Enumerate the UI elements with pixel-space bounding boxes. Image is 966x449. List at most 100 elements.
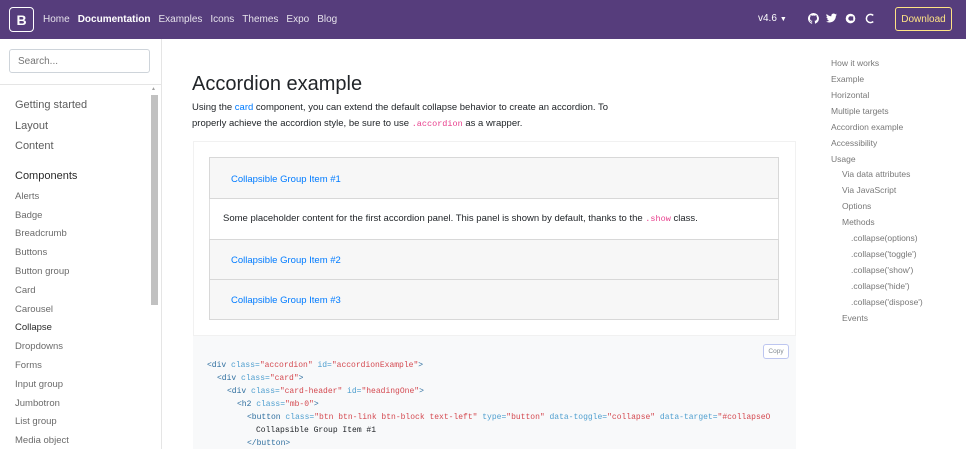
version-dropdown[interactable]: v4.6 ▼ — [758, 13, 787, 24]
toc-item[interactable]: How it works — [831, 58, 879, 68]
nav-link-expo[interactable]: Expo — [286, 14, 309, 25]
toc-item[interactable]: Events — [842, 313, 868, 323]
code-tag: > — [418, 361, 424, 370]
search-input[interactable] — [9, 49, 150, 73]
slack-icon[interactable] — [863, 11, 877, 25]
sidebar-item-breadcrumb[interactable]: Breadcrumb — [15, 228, 67, 239]
scroll-up-arrow-icon[interactable]: ▲ — [151, 86, 156, 92]
sidebar-item-alerts[interactable]: Alerts — [15, 191, 39, 202]
sidebar-item-media-object[interactable]: Media object — [15, 435, 69, 446]
code-attr: class= — [241, 374, 270, 383]
intro-text: properly achieve the accordion style, be… — [192, 118, 412, 129]
accordion-header-2[interactable]: Collapsible Group Item #2 — [209, 239, 779, 280]
sidebar-scrollbar-thumb[interactable] — [151, 95, 158, 305]
github-icon[interactable] — [806, 11, 820, 25]
code-value: "card-header" — [279, 387, 343, 396]
toc-item[interactable]: Example — [831, 74, 864, 84]
code-attr: id= — [342, 387, 362, 396]
code-attr: class= — [285, 413, 315, 422]
code-attr: data-target= — [655, 413, 718, 422]
toc-item[interactable]: Via data attributes — [842, 169, 910, 179]
twitter-icon[interactable] — [824, 11, 838, 25]
code-tag: > — [419, 387, 424, 396]
code-tag: <button — [247, 413, 286, 422]
intro-paragraph-line-2: properly achieve the accordion style, be… — [192, 116, 662, 132]
nav-link-icons[interactable]: Icons — [210, 14, 234, 25]
code-value: "btn btn-link btn-block text-left" — [314, 413, 478, 422]
sidebar-item-dropdowns[interactable]: Dropdowns — [15, 341, 63, 352]
sidebar-item-content[interactable]: Content — [15, 140, 54, 152]
version-label: v4.6 — [758, 13, 777, 24]
code-attr: class= — [256, 400, 286, 409]
toc-item[interactable]: .collapse(options) — [851, 233, 918, 243]
card-component-link[interactable]: card — [235, 102, 253, 113]
toc-item[interactable]: Options — [842, 201, 871, 211]
code-value: "button" — [506, 413, 545, 422]
copy-button[interactable]: Copy — [763, 344, 789, 359]
intro-paragraph-line-1: Using the card component, you can extend… — [192, 100, 662, 116]
sidebar-item-list-group[interactable]: List group — [15, 416, 57, 427]
nav-link-themes[interactable]: Themes — [242, 14, 278, 25]
nav-link-documentation[interactable]: Documentation — [78, 14, 151, 25]
toc-item[interactable]: Horizontal — [831, 90, 869, 100]
toc-item[interactable]: Methods — [842, 217, 875, 227]
sidebar-item-button-group[interactable]: Button group — [15, 266, 69, 277]
download-button[interactable]: Download — [895, 7, 952, 31]
toc-item[interactable]: Usage — [831, 154, 856, 164]
toc-item[interactable]: Accordion example — [831, 122, 903, 132]
toc-item[interactable]: .collapse('show') — [851, 265, 913, 275]
sidebar-item-layout[interactable]: Layout — [15, 120, 48, 132]
bootstrap-logo[interactable]: B — [9, 7, 34, 32]
sidebar-item-carousel[interactable]: Carousel — [15, 304, 53, 315]
code-tag: <div — [217, 374, 242, 383]
nav-link-blog[interactable]: Blog — [317, 14, 337, 25]
accordion-toggle-3[interactable]: Collapsible Group Item #3 — [231, 295, 341, 306]
sidebar-item-forms[interactable]: Forms — [15, 360, 42, 371]
code-line: Collapsible Group Item #1 — [256, 426, 377, 435]
sidebar-divider — [0, 84, 162, 85]
code-line: </button> — [247, 439, 291, 448]
sidebar-item-badge[interactable]: Badge — [15, 210, 42, 221]
nav-link-home[interactable]: Home — [43, 14, 70, 25]
sidebar-item-input-group[interactable]: Input group — [15, 379, 63, 390]
accordion-header-3[interactable]: Collapsible Group Item #3 — [209, 279, 779, 320]
docs-sidebar: ▲ Getting started Layout Content Compone… — [0, 39, 162, 449]
toc-item[interactable]: .collapse('toggle') — [851, 249, 917, 259]
toc-item[interactable]: .collapse('hide') — [851, 281, 910, 291]
toc-item[interactable]: Via JavaScript — [842, 185, 896, 195]
sidebar-item-getting-started[interactable]: Getting started — [15, 99, 87, 111]
toc-item[interactable]: Multiple targets — [831, 106, 889, 116]
sidebar-item-jumbotron[interactable]: Jumbotron — [15, 398, 60, 409]
nav-links: Home Documentation Examples Icons Themes… — [43, 0, 345, 39]
toc-item[interactable]: Accessibility — [831, 138, 877, 148]
code-value: "accordionExample" — [331, 361, 419, 370]
code-line: <div class="accordion" id="accordionExam… — [207, 361, 423, 370]
page-title: Accordion example — [192, 73, 363, 95]
code-value: "headingOne" — [361, 387, 420, 396]
opencollective-icon[interactable] — [843, 11, 857, 25]
toc-item[interactable]: .collapse('dispose') — [851, 297, 923, 307]
code-line: <div class="card"> — [217, 374, 303, 383]
sidebar-item-card[interactable]: Card — [15, 285, 36, 296]
sidebar-item-components[interactable]: Components — [15, 170, 77, 182]
code-attr: data-toggle= — [544, 413, 608, 422]
code-attr: class= — [251, 387, 280, 396]
accordion-class-code: .accordion — [411, 119, 463, 129]
accordion-toggle-1[interactable]: Collapsible Group Item #1 — [231, 174, 341, 185]
accordion-header-1[interactable]: Collapsible Group Item #1 — [209, 157, 779, 199]
sidebar-item-buttons[interactable]: Buttons — [15, 247, 47, 258]
chevron-down-icon: ▼ — [779, 16, 787, 23]
code-tag: <div — [227, 387, 252, 396]
code-value: "#collapseO — [717, 413, 771, 422]
code-line: <div class="card-header" id="headingOne"… — [227, 387, 424, 396]
nav-link-examples[interactable]: Examples — [158, 14, 202, 25]
panel-text: class. — [670, 213, 698, 224]
sidebar-item-collapse[interactable]: Collapse — [15, 322, 52, 333]
intro-text: component, you can extend the default co… — [253, 102, 608, 113]
intro-text: Using the — [192, 102, 235, 113]
accordion-toggle-2[interactable]: Collapsible Group Item #2 — [231, 255, 341, 266]
code-tag: > — [313, 400, 319, 409]
code-attr: type= — [477, 413, 507, 422]
panel-text: Some placeholder content for the first a… — [223, 213, 646, 224]
accordion-panel-1: Some placeholder content for the first a… — [209, 199, 779, 239]
